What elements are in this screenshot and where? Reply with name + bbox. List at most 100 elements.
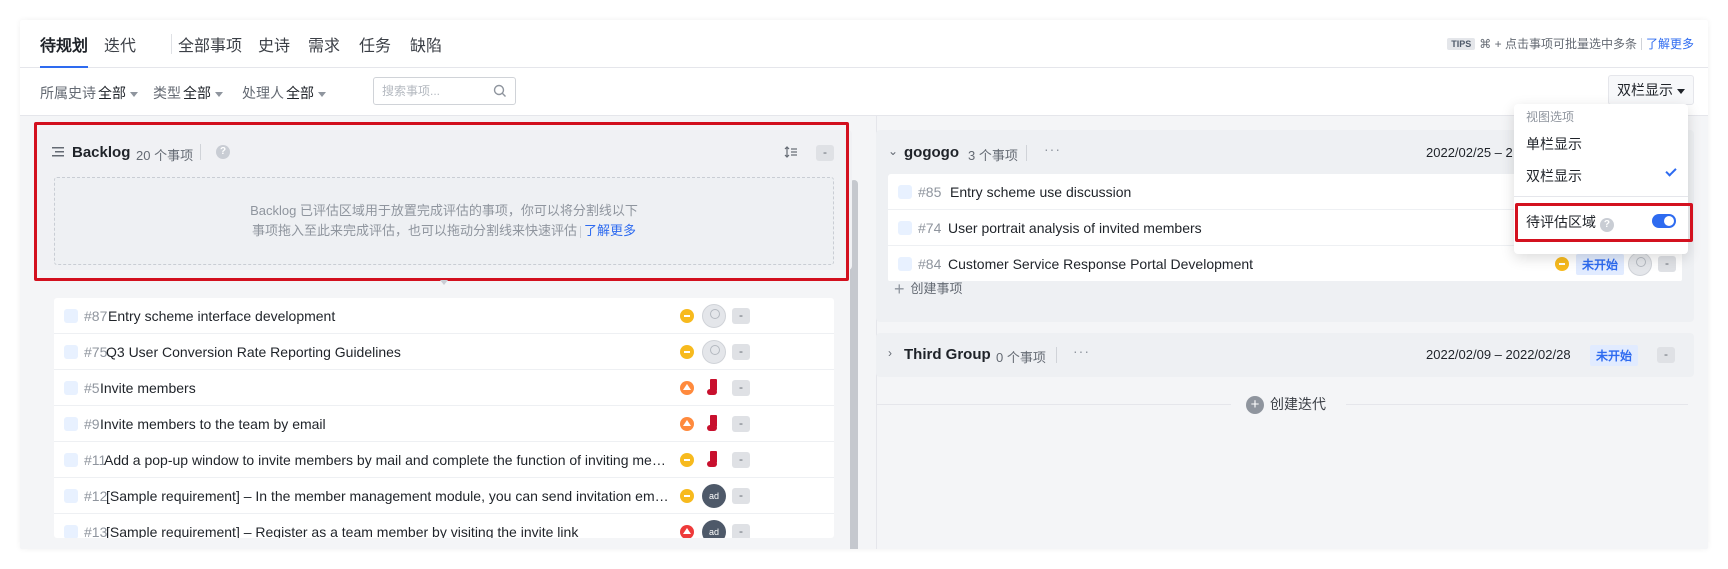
filter-epic-label: 所属史诗 xyxy=(40,85,96,101)
issue-title[interactable]: Q3 User Conversion Rate Reporting Guidel… xyxy=(106,344,670,360)
priority-high-icon[interactable] xyxy=(680,381,694,395)
create-iteration-line xyxy=(876,404,1231,405)
issue-number: #5 xyxy=(84,380,100,396)
group-count: 3 个事项 xyxy=(968,148,1018,163)
group-divider xyxy=(1056,347,1057,363)
avatar[interactable]: ad xyxy=(702,520,726,538)
issue-title[interactable]: [Sample requirement] – In the member man… xyxy=(106,488,670,504)
requirement-icon xyxy=(898,257,912,271)
filter-type[interactable]: 类型 全部 xyxy=(153,83,223,103)
avatar[interactable] xyxy=(702,304,726,328)
check-icon xyxy=(1665,165,1677,177)
task-icon xyxy=(898,185,912,199)
avatar[interactable] xyxy=(702,340,726,364)
priority-high-icon[interactable] xyxy=(680,417,694,431)
search-input[interactable] xyxy=(382,84,487,98)
row-action-button[interactable]: - xyxy=(1658,256,1676,272)
issue-title[interactable]: [Sample requirement] – Register as a tea… xyxy=(106,524,670,538)
tab-all-issues[interactable]: 全部事项 xyxy=(178,32,242,68)
issue-title[interactable]: Invite members xyxy=(100,380,670,396)
task-icon xyxy=(64,453,78,467)
table-row[interactable]: #87 Entry scheme interface development - xyxy=(54,298,834,334)
status-badge[interactable]: 未开始 xyxy=(1576,254,1625,275)
issue-title[interactable]: User portrait analysis of invited member… xyxy=(948,220,1202,236)
table-row[interactable]: #13 [Sample requirement] – Register as a … xyxy=(54,514,834,538)
tab-divider xyxy=(171,34,172,54)
issue-number: #84 xyxy=(918,256,942,272)
menu-item-double-column[interactable]: 双栏显示 xyxy=(1526,166,1582,186)
priority-urgent-icon[interactable] xyxy=(680,525,694,538)
issue-title[interactable]: Add a pop-up window to invite members by… xyxy=(104,452,670,468)
tab-iteration[interactable]: 迭代 xyxy=(104,32,136,68)
tips-learn-more-link[interactable]: 了解更多 xyxy=(1646,35,1694,52)
table-row[interactable]: #5 Invite members - xyxy=(54,370,834,406)
issue-title[interactable]: Customer Service Response Portal Develop… xyxy=(948,256,1253,272)
chevron-down-icon xyxy=(130,91,138,97)
table-row[interactable]: #11 Add a pop-up window to invite members… xyxy=(54,442,834,478)
status-badge[interactable]: 未开始 xyxy=(1590,345,1639,366)
issue-number: #13 xyxy=(84,524,108,538)
avatar[interactable]: ad xyxy=(702,484,726,508)
row-action-button[interactable]: - xyxy=(732,308,750,324)
requirement-icon xyxy=(64,345,78,359)
issue-title[interactable]: Entry scheme interface development xyxy=(108,308,670,324)
plus-circle-icon: + xyxy=(1246,396,1264,414)
tab-task[interactable]: 任务 xyxy=(359,32,391,68)
tab-requirement[interactable]: 需求 xyxy=(308,32,340,68)
row-action-button[interactable]: - xyxy=(732,380,750,396)
create-issue-button[interactable]: + 创建事项 xyxy=(894,278,963,300)
issue-number: #12 xyxy=(84,488,108,504)
chevron-right-icon[interactable]: › xyxy=(888,346,892,360)
avatar[interactable] xyxy=(702,412,726,436)
table-row[interactable]: #75 Q3 User Conversion Rate Reporting Gui… xyxy=(54,334,834,370)
tab-defect[interactable]: 缺陷 xyxy=(410,32,442,68)
filter-type-label: 类型 xyxy=(153,85,181,101)
group-third: › Third Group 0 个事项 ··· 2022/02/09 – 202… xyxy=(876,333,1694,377)
tips-hint: TIPS ⌘ + 点击事项可批量选中多条 了解更多 xyxy=(1447,35,1694,52)
more-icon[interactable]: ··· xyxy=(1073,343,1090,359)
priority-mid-icon[interactable] xyxy=(680,489,694,503)
create-iteration-button[interactable]: + 创建迭代 xyxy=(1246,394,1326,414)
avatar[interactable] xyxy=(1628,252,1652,276)
group-date-range: 2022/02/25 – 2 xyxy=(1426,145,1513,160)
group-title: gogogo xyxy=(904,144,959,161)
avatar[interactable] xyxy=(702,376,726,400)
dropdown-divider xyxy=(1514,196,1688,197)
priority-mid-icon[interactable] xyxy=(680,309,694,323)
avatar[interactable] xyxy=(702,448,726,472)
view-mode-button[interactable]: 双栏显示 xyxy=(1608,75,1694,105)
search-icon[interactable] xyxy=(493,84,507,98)
row-action-button[interactable]: - xyxy=(732,452,750,468)
priority-medium-icon[interactable] xyxy=(1555,257,1569,271)
split-line-handle-icon[interactable] xyxy=(440,280,448,285)
chevron-down-icon[interactable]: ⌄ xyxy=(888,144,898,158)
issue-title[interactable]: Invite members to the team by email xyxy=(100,416,670,432)
row-action-button[interactable]: - xyxy=(732,344,750,360)
filter-bar: 所属史诗全部 类型全部 处理人全部 双栏显示 xyxy=(20,68,1708,116)
more-icon[interactable]: ··· xyxy=(1044,141,1061,157)
tab-backlog-planning[interactable]: 待规划 xyxy=(40,32,89,68)
issue-title[interactable]: Entry scheme use discussion xyxy=(950,184,1131,200)
group-collapse-button[interactable]: - xyxy=(1657,347,1675,363)
filter-assignee[interactable]: 处理人 全部 xyxy=(242,83,326,103)
row-action-button[interactable]: - xyxy=(732,524,750,538)
group-count: 0 个事项 xyxy=(996,350,1046,365)
filter-assignee-label: 处理人 xyxy=(242,85,284,101)
row-action-button[interactable]: - xyxy=(732,416,750,432)
create-iteration-row: + 创建迭代 xyxy=(876,394,1688,414)
row-action-button[interactable]: - xyxy=(732,488,750,504)
create-iteration-line xyxy=(1346,404,1688,405)
highlight-box-backlog xyxy=(34,122,849,281)
requirement-icon xyxy=(64,417,78,431)
create-issue-label: 创建事项 xyxy=(910,281,963,296)
issue-number: #75 xyxy=(84,344,108,360)
issue-number: #9 xyxy=(84,416,100,432)
table-row[interactable]: #9 Invite members to the team by email - xyxy=(54,406,834,442)
priority-mid-icon[interactable] xyxy=(680,345,694,359)
menu-item-single-column[interactable]: 单栏显示 xyxy=(1526,134,1582,154)
tab-epic[interactable]: 史诗 xyxy=(258,32,290,68)
filter-epic[interactable]: 所属史诗 全部 xyxy=(40,83,138,103)
table-row[interactable]: #12 [Sample requirement] – In the member … xyxy=(54,478,834,514)
priority-mid-icon[interactable] xyxy=(680,453,694,467)
dropdown-section-label: 视图选项 xyxy=(1526,110,1575,124)
